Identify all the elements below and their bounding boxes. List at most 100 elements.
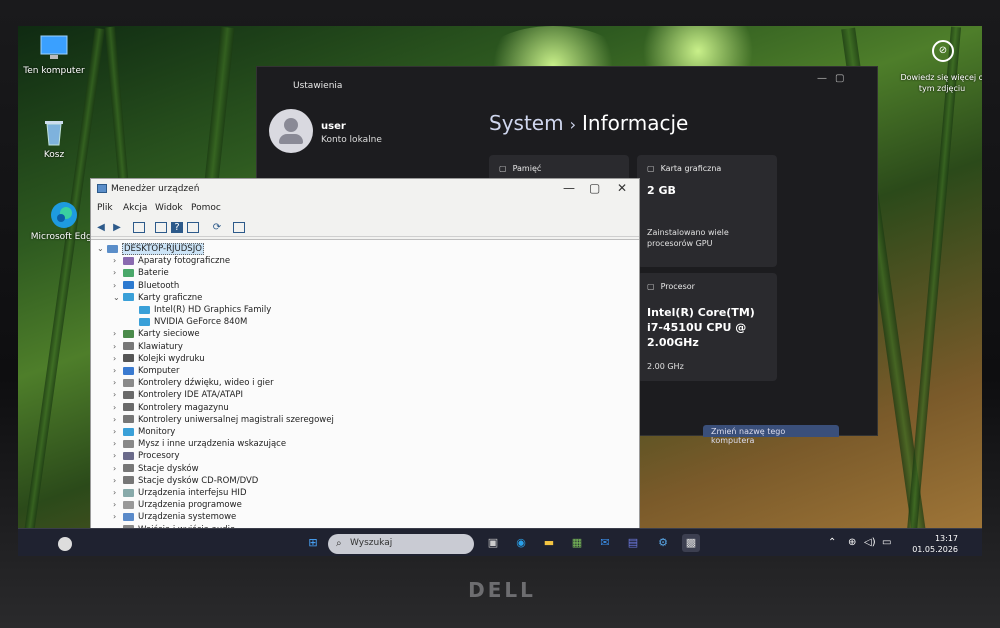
show-hide-icon[interactable] — [133, 222, 145, 233]
chevron-down-icon[interactable]: ⌄ — [113, 293, 123, 302]
desktop-icon-label: Ten komputer — [23, 66, 85, 76]
device-manager-taskbar-icon[interactable]: ▩ — [682, 534, 700, 552]
tree-category[interactable]: › Kontrolery IDE ATA/ATAPI — [113, 390, 243, 402]
chevron-up-icon[interactable]: ⌃ — [828, 537, 836, 548]
tree-label: Karty graficzne — [138, 292, 203, 303]
chevron-right-icon[interactable]: › — [113, 415, 123, 424]
chevron-right-icon[interactable]: › — [113, 476, 123, 485]
tree-category[interactable]: › Kontrolery uniwersalnej magistrali szer… — [113, 415, 334, 427]
tree-category[interactable]: › Kolejki wydruku — [113, 354, 205, 366]
tree-device[interactable]: NVIDIA GeForce 840M — [129, 317, 247, 329]
edge-icon — [49, 200, 79, 228]
breadcrumb: System › Informacje — [489, 111, 688, 135]
battery-icon[interactable]: ▭ — [882, 537, 891, 548]
settings-icon[interactable]: ⚙ — [654, 534, 672, 552]
store-icon[interactable]: ▦ — [568, 534, 586, 552]
chevron-right-icon[interactable]: › — [113, 329, 123, 338]
rename-pc-button[interactable]: Zmień nazwę tego komputera — [703, 425, 839, 445]
tree-category[interactable]: › Urządzenia interfejsu HID — [113, 488, 246, 500]
menu-file[interactable]: Plik — [97, 203, 113, 213]
avatar[interactable] — [269, 109, 313, 153]
device-manager-window[interactable]: Menedżer urządzeń — ▢ ✕ Plik Akcja Widok… — [90, 178, 640, 529]
camera-icon[interactable]: ⊘ — [932, 40, 954, 62]
tree-root[interactable]: ⌄ DESKTOP-RJUDSJO — [97, 243, 204, 256]
tree-device[interactable]: Intel(R) HD Graphics Family — [129, 305, 271, 317]
tree-label: DESKTOP-RJUDSJO — [122, 243, 204, 255]
volume-icon[interactable]: ◁) — [864, 537, 876, 548]
maximize-icon[interactable]: ▢ — [589, 181, 600, 195]
tree-category[interactable]: › Urządzenia programowe — [113, 500, 242, 512]
start-icon[interactable]: ⊞ — [304, 534, 322, 552]
tree-category[interactable]: › Bluetooth — [113, 281, 179, 293]
clock[interactable]: 13:17 01.05.2026 — [900, 533, 958, 555]
edge-icon[interactable]: ◉ — [512, 534, 530, 552]
spotlight-hint[interactable]: Dowiedz się więcej o tym zdjęciu — [894, 72, 982, 94]
back-icon[interactable]: ◀ — [95, 222, 107, 233]
forward-icon[interactable]: ▶ — [111, 222, 123, 233]
tree-category[interactable]: › Procesory — [113, 451, 180, 463]
tree-category[interactable]: › Karty sieciowe — [113, 329, 200, 341]
menu-help[interactable]: Pomoc — [191, 203, 221, 213]
file-explorer-icon[interactable]: ▬ — [540, 534, 558, 552]
network-icon[interactable]: ⊕ — [848, 537, 856, 548]
monitor-icon — [39, 34, 69, 62]
chevron-right-icon[interactable]: › — [113, 451, 123, 460]
view-icon[interactable] — [187, 222, 199, 233]
chevron-right-icon[interactable]: › — [113, 281, 123, 290]
chevron-right-icon[interactable]: › — [113, 427, 123, 436]
mail-icon[interactable]: ✉ — [596, 534, 614, 552]
desktop-icon-recycle-bin[interactable]: Kosz — [18, 118, 94, 160]
chevron-right-icon[interactable]: › — [113, 354, 123, 363]
menu-view[interactable]: Widok — [155, 203, 183, 213]
tree-category[interactable]: › Kontrolery dźwięku, wideo i gier — [113, 378, 274, 390]
teams-icon[interactable]: ▤ — [624, 534, 642, 552]
chevron-right-icon[interactable]: › — [113, 439, 123, 448]
chevron-right-icon[interactable]: › — [113, 488, 123, 497]
tree-category[interactable]: › Aparaty fotograficzne — [113, 256, 230, 268]
chevron-right-icon[interactable]: › — [113, 390, 123, 399]
minimize-icon[interactable]: — — [817, 73, 827, 84]
desktop-icon-this-pc[interactable]: Ten komputer — [18, 34, 94, 76]
device-icon — [123, 464, 134, 473]
taskbar: ⊞ ⌕ Wyszukaj ▣ ◉ ▬ ▦ ✉ ▤ ⚙ ▩ ⌃ ⊕ ◁) ▭ 13… — [18, 528, 982, 556]
title-bar[interactable]: Menedżer urządzeń — ▢ ✕ — [91, 179, 639, 199]
chevron-right-icon[interactable]: › — [113, 366, 123, 375]
search-box[interactable]: ⌕ Wyszukaj — [328, 534, 474, 554]
chevron-right-icon[interactable]: › — [113, 464, 123, 473]
chevron-right-icon[interactable]: › — [113, 256, 123, 265]
tree-category[interactable]: › Urządzenia systemowe — [113, 512, 236, 524]
tree-label: Procesory — [138, 451, 180, 462]
chevron-right-icon[interactable]: › — [113, 403, 123, 412]
tree-category[interactable]: › Mysz i inne urządzenia wskazujące — [113, 439, 286, 451]
breadcrumb-parent[interactable]: System — [489, 111, 564, 135]
chevron-down-icon[interactable]: ⌄ — [97, 244, 107, 253]
widgets-icon[interactable] — [58, 537, 72, 551]
chevron-right-icon[interactable]: › — [113, 268, 123, 277]
tree-category[interactable]: › Komputer — [113, 366, 179, 378]
tree-category[interactable]: › Klawiatury — [113, 342, 183, 354]
tree-category[interactable]: › Baterie — [113, 268, 169, 280]
properties-icon[interactable] — [155, 222, 167, 233]
help-icon[interactable]: ? — [171, 222, 183, 233]
chevron-right-icon[interactable]: › — [113, 500, 123, 509]
menu-action[interactable]: Akcja — [123, 203, 147, 213]
tree-category[interactable]: ⌄ Karty graficzne — [113, 293, 202, 305]
device-tree[interactable]: ⌄ DESKTOP-RJUDSJO › Aparaty fotograficzne › B… — [91, 239, 639, 529]
close-icon[interactable]: ✕ — [617, 181, 627, 195]
tree-label: Kontrolery magazynu — [138, 402, 229, 413]
chevron-right-icon[interactable]: › — [113, 512, 123, 521]
chevron-right-icon[interactable]: › — [113, 378, 123, 387]
scan-hardware-icon[interactable]: ⟳ — [211, 222, 223, 233]
chevron-right-icon[interactable]: › — [113, 342, 123, 351]
device-icon — [123, 476, 134, 485]
device-icon — [139, 305, 150, 314]
tree-category[interactable]: › Monitory — [113, 427, 175, 439]
maximize-icon[interactable]: ▢ — [835, 73, 844, 84]
task-view-icon[interactable]: ▣ — [484, 534, 502, 552]
minimize-icon[interactable]: — — [563, 181, 575, 195]
tree-category[interactable]: › Kontrolery magazynu — [113, 403, 229, 415]
tree-label: Mysz i inne urządzenia wskazujące — [138, 439, 287, 450]
monitor-icon[interactable] — [233, 222, 245, 233]
tree-category[interactable]: › Stacje dysków — [113, 464, 199, 476]
tree-category[interactable]: › Stacje dysków CD-ROM/DVD — [113, 476, 258, 488]
